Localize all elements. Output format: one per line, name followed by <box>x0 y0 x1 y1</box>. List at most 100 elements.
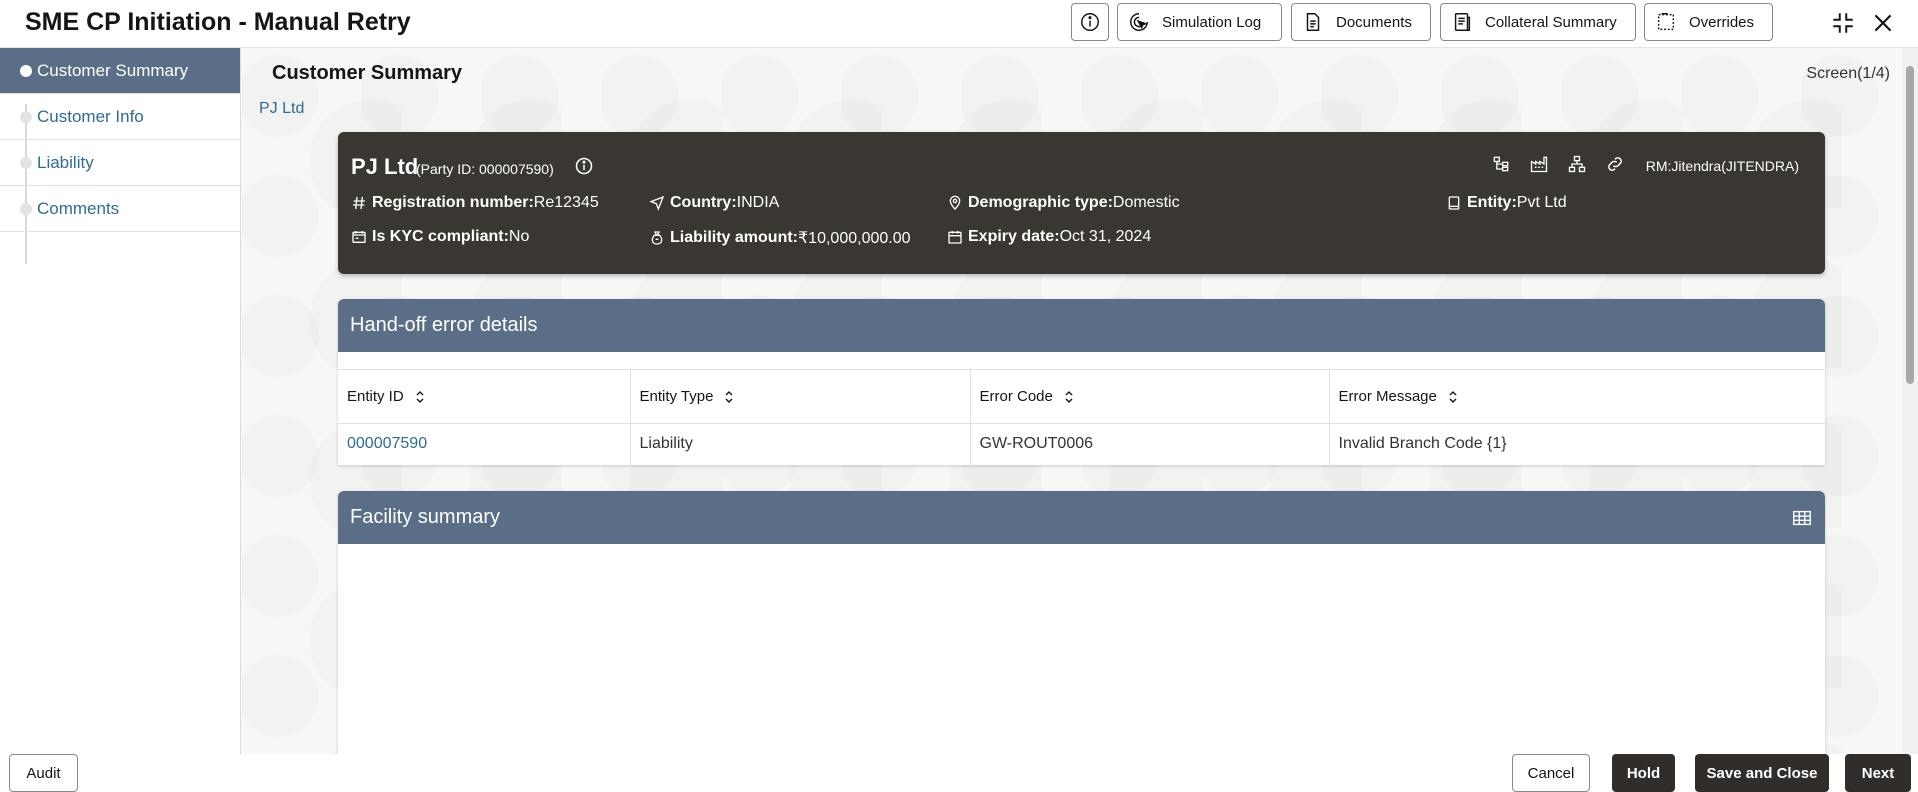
sidebar-item-liability[interactable]: Liability <box>0 140 240 186</box>
info-button[interactable] <box>1071 3 1109 41</box>
sidebar-item-customer-summary[interactable]: Customer Summary <box>0 48 240 94</box>
handoff-error-title: Hand-off error details <box>338 299 1825 352</box>
collateral-icon <box>1454 13 1471 31</box>
simulation-log-button[interactable]: Simulation Log <box>1117 3 1282 41</box>
table-row: 000007590 Liability GW-ROUT0006 Invalid … <box>338 423 1825 465</box>
hold-button[interactable]: Hold <box>1612 754 1675 792</box>
cancel-button[interactable]: Cancel <box>1512 754 1590 792</box>
calendar-icon <box>948 231 962 244</box>
overrides-button[interactable]: Overrides <box>1644 3 1773 41</box>
link-icon[interactable] <box>1605 154 1625 174</box>
collateral-summary-label: Collateral Summary <box>1485 13 1617 31</box>
customer-card-toolbar <box>1491 154 1625 174</box>
column-header-error-code[interactable]: Error Code <box>970 369 1330 424</box>
step-dot <box>20 111 32 123</box>
facility-summary-header: Facility summary <box>338 491 1825 544</box>
entity-id-link[interactable]: 000007590 <box>338 423 631 465</box>
sidebar-item-comments[interactable]: Comments <box>0 186 240 232</box>
liability-value: ₹10,000,000.00 <box>798 230 911 247</box>
expiry-field: Expiry date: Oct 31, 2024 <box>947 228 1151 246</box>
kyc-value: No <box>508 228 530 245</box>
documents-label: Documents <box>1336 13 1412 31</box>
sort-icon[interactable] <box>414 390 426 404</box>
expiry-value: Oct 31, 2024 <box>1059 228 1152 245</box>
step-dot <box>20 203 32 215</box>
entity-label: Entity: <box>1467 194 1517 211</box>
save-and-close-button[interactable]: Save and Close <box>1695 754 1829 792</box>
error-code-cell: GW-ROUT0006 <box>970 423 1330 465</box>
facility-summary-title: Facility summary <box>350 506 501 528</box>
money-bag-icon <box>651 231 663 245</box>
demographic-value: Domestic <box>1112 194 1180 211</box>
sidebar-item-label: Customer Info <box>37 106 144 126</box>
page-title: Customer Summary <box>272 62 463 84</box>
demographic-label: Demographic type: <box>968 194 1113 211</box>
screen-indicator: Screen(1/4) <box>1806 65 1890 82</box>
entity-type-cell: Liability <box>630 423 971 465</box>
collateral-summary-button[interactable]: Collateral Summary <box>1440 3 1636 41</box>
building-icon[interactable] <box>1529 154 1549 174</box>
sidebar-item-label: Liability <box>37 152 94 172</box>
handoff-error-table: Entity ID Entity Type Error Code Error M… <box>338 369 1825 465</box>
navigation-icon <box>649 195 665 211</box>
overrides-label: Overrides <box>1689 13 1755 31</box>
column-header-error-message[interactable]: Error Message <box>1329 369 1825 424</box>
kyc-label: Is KYC compliant: <box>372 228 509 245</box>
info-icon <box>1081 13 1099 31</box>
location-pin-icon <box>949 195 961 210</box>
party-id: (Party ID: 000007590) <box>416 161 554 177</box>
step-dot <box>20 157 32 169</box>
liability-label: Liability amount: <box>670 229 798 246</box>
country-label: Country: <box>670 194 737 211</box>
customer-card: PJ Ltd (Party ID: 000007590) RM:Jitendra… <box>338 132 1825 274</box>
relationship-manager: RM:Jitendra(JITENDRA) <box>1645 158 1799 174</box>
expiry-label: Expiry date: <box>968 228 1060 245</box>
column-header-entity-type[interactable]: Entity Type <box>630 369 971 424</box>
registration-value: Re12345 <box>533 194 599 211</box>
handoff-error-panel: Hand-off error details Entity ID Entity … <box>338 299 1825 465</box>
page-scrollbar[interactable] <box>1902 48 1918 754</box>
customer-info-icon[interactable] <box>574 156 594 176</box>
documents-button[interactable]: Documents <box>1291 3 1431 41</box>
hierarchy-icon[interactable] <box>1491 154 1511 174</box>
org-chart-icon[interactable] <box>1567 154 1587 174</box>
sidebar-item-label: Comments <box>37 198 120 218</box>
sidebar-item-customer-info[interactable]: Customer Info <box>0 94 240 140</box>
column-header-entity-id[interactable]: Entity ID <box>338 369 631 424</box>
demographic-field: Demographic type: Domestic <box>947 194 1180 212</box>
step-dot <box>20 65 32 77</box>
audit-button[interactable]: Audit <box>9 754 78 792</box>
minimize-window-icon[interactable] <box>1830 10 1856 36</box>
simulation-log-label: Simulation Log <box>1162 13 1262 31</box>
next-button[interactable]: Next <box>1845 754 1911 792</box>
sort-icon[interactable] <box>1447 390 1459 404</box>
country-value: INDIA <box>736 194 780 211</box>
document-icon <box>1306 13 1320 31</box>
app-header: SME CP Initiation - Manual Retry Simulat… <box>0 0 1918 48</box>
registration-field: Registration number: Re12345 <box>351 194 599 212</box>
sidebar-item-label: Customer Summary <box>37 60 189 80</box>
id-card-icon <box>352 231 366 243</box>
close-icon[interactable] <box>1870 10 1896 36</box>
main-content: Customer Summary Screen(1/4) PJ Ltd PJ L… <box>242 48 1902 754</box>
grid-view-icon[interactable] <box>1791 507 1813 529</box>
country-field: Country: INDIA <box>649 194 779 212</box>
liability-field: Liability amount: ₹10,000,000.00 <box>649 228 911 248</box>
facility-summary-panel: Facility summary <box>338 491 1825 754</box>
sort-icon[interactable] <box>1063 390 1075 404</box>
kyc-field: Is KYC compliant: No <box>351 228 529 246</box>
entity-value: Pvt Ltd <box>1516 194 1567 211</box>
app-title: SME CP Initiation - Manual Retry <box>25 8 411 36</box>
overrides-icon <box>1657 13 1675 31</box>
error-message-cell: Invalid Branch Code {1} <box>1338 435 1507 453</box>
entity-field: Entity: Pvt Ltd <box>1446 194 1567 212</box>
hash-icon <box>353 196 365 210</box>
tablet-icon <box>1448 196 1460 210</box>
footer-bar: Audit Cancel Hold Save and Close Next <box>0 754 1918 792</box>
breadcrumb-customer-link[interactable]: PJ Ltd <box>259 100 304 118</box>
registration-label: Registration number: <box>372 194 534 211</box>
sidebar: Customer Summary Customer Info Liability… <box>0 48 241 754</box>
table-header-row: Entity ID Entity Type Error Code Error M… <box>338 369 1825 424</box>
scrollbar-thumb[interactable] <box>1906 66 1914 384</box>
sort-icon[interactable] <box>723 390 735 404</box>
